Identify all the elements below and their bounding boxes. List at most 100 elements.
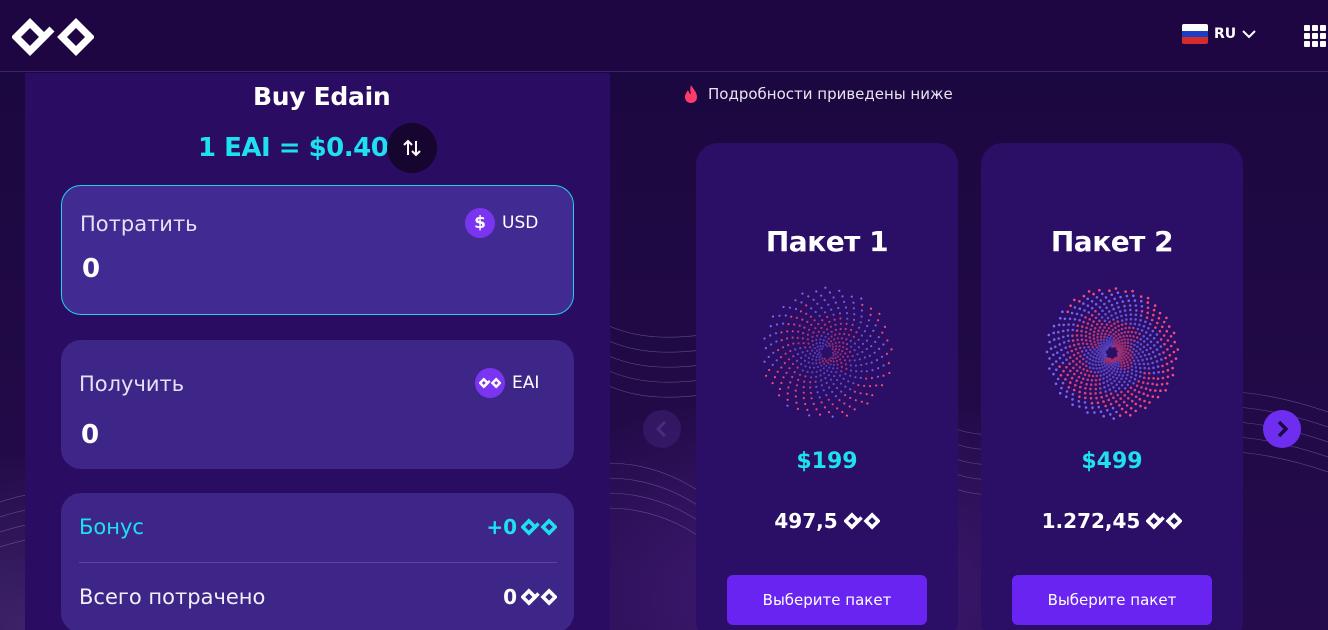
spiral-dot — [788, 367, 791, 370]
spiral-dot — [1089, 387, 1092, 391]
spiral-dot — [1114, 338, 1117, 342]
spiral-dot — [778, 314, 781, 317]
spiral-dot — [1126, 383, 1130, 387]
spiral-dot — [789, 349, 792, 353]
carousel-next-button[interactable] — [1263, 410, 1301, 448]
spiral-dot — [844, 352, 847, 355]
spiral-dot — [1145, 348, 1148, 352]
spiral-dot — [786, 337, 789, 340]
spiral-dot — [1078, 346, 1082, 350]
spiral-dot — [1120, 368, 1123, 371]
spiral-dot — [1138, 347, 1142, 351]
spiral-dot — [1134, 331, 1137, 334]
spiral-dot — [865, 370, 868, 373]
spiral-dot — [1129, 413, 1132, 417]
spiral-dot — [786, 398, 789, 401]
spiral-dot — [787, 323, 790, 326]
spiral-dot — [1118, 414, 1122, 417]
spiral-dot — [844, 363, 848, 366]
spiral-dot — [1133, 343, 1136, 347]
spend-currency[interactable]: $ USD — [465, 208, 538, 238]
spiral-dot — [1122, 359, 1125, 362]
spiral-dot — [1117, 329, 1121, 332]
spiral-dot — [1082, 294, 1086, 298]
spiral-dot — [831, 403, 834, 406]
spiral-dot — [1143, 371, 1146, 375]
brand-logo-icon[interactable] — [12, 15, 94, 59]
apps-grid-icon[interactable] — [1304, 25, 1326, 47]
spiral-dot — [1117, 359, 1120, 363]
spiral-dot — [1116, 393, 1119, 397]
spiral-dot — [1091, 345, 1095, 349]
select-package-button[interactable]: Выберите пакет — [727, 575, 927, 625]
spiral-dot — [1114, 312, 1117, 315]
spiral-dot — [775, 323, 779, 326]
spiral-dot — [1052, 353, 1055, 357]
spiral-dot — [1111, 365, 1114, 368]
language-selector[interactable]: RU — [1182, 24, 1256, 44]
spiral-dot — [1093, 411, 1096, 414]
carousel-prev-button[interactable] — [643, 410, 681, 448]
spiral-dot — [1052, 331, 1055, 335]
spiral-dot — [1119, 359, 1122, 363]
spiral-dot — [1124, 326, 1127, 330]
spiral-dot — [1117, 364, 1120, 368]
spiral-dot — [1166, 339, 1170, 342]
spiral-dot — [1113, 322, 1116, 325]
spiral-dot — [827, 411, 831, 414]
spiral-dot — [1110, 293, 1113, 296]
spiral-dot — [1133, 339, 1136, 343]
spiral-dot — [1100, 316, 1104, 319]
spiral-dot — [839, 317, 842, 320]
spiral-dot — [827, 342, 830, 345]
spiral-dot — [1151, 329, 1155, 333]
spiral-dot — [852, 335, 855, 338]
spiral-dot — [1120, 331, 1123, 335]
spiral-dot — [1124, 350, 1128, 353]
spiral-dot — [838, 332, 841, 335]
spiral-dot — [1110, 371, 1114, 375]
spiral-dot — [1127, 299, 1130, 302]
spiral-dot — [1048, 367, 1051, 370]
spiral-dot — [1123, 394, 1126, 397]
spiral-dot — [840, 365, 843, 368]
spiral-dot — [1069, 369, 1072, 373]
spend-field[interactable]: Потратить 0 $ USD — [61, 185, 574, 315]
spiral-dot — [1135, 384, 1139, 387]
spiral-dot — [1081, 342, 1085, 345]
spiral-dot — [1170, 360, 1173, 363]
swap-button[interactable] — [387, 123, 437, 173]
select-package-button[interactable]: Выберите пакет — [1012, 575, 1212, 625]
spiral-dot — [1145, 357, 1149, 361]
spiral-dot — [850, 295, 853, 298]
spiral-dot — [1151, 361, 1154, 365]
spiral-dot — [842, 377, 845, 380]
spiral-dot — [1083, 353, 1086, 357]
spend-amount-input[interactable]: 0 — [82, 254, 100, 284]
spiral-dot — [881, 331, 884, 334]
spiral-dot — [1100, 360, 1103, 363]
spiral-dot — [853, 342, 857, 345]
spiral-dot — [787, 386, 790, 389]
spiral-dot — [1068, 362, 1071, 365]
spiral-dot — [1076, 324, 1079, 327]
spiral-dot — [771, 315, 775, 318]
spiral-dot — [836, 407, 839, 410]
spiral-dot — [1156, 340, 1159, 344]
spiral-dot — [1105, 375, 1109, 379]
spiral-dot — [782, 305, 785, 309]
spiral-dot — [818, 413, 822, 416]
spiral-dot — [1110, 334, 1113, 338]
spiral-dot — [1123, 367, 1127, 371]
spiral-dot — [831, 357, 834, 360]
spiral-dot — [839, 358, 842, 361]
spiral-dot — [1092, 355, 1095, 359]
spiral-dot — [794, 307, 798, 311]
spiral-dot — [1099, 338, 1103, 341]
spiral-dot — [1089, 397, 1093, 400]
spiral-dot — [890, 348, 893, 351]
spiral-dot — [773, 376, 776, 379]
receive-field[interactable]: Получить 0 EAI — [61, 340, 574, 469]
spiral-dot — [819, 338, 822, 341]
spiral-dot — [867, 319, 870, 322]
